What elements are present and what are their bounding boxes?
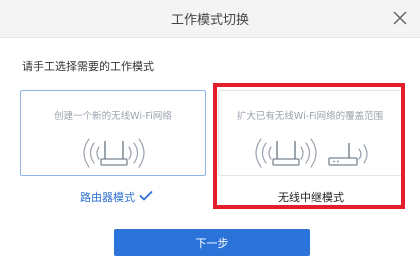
router-wifi-icon (83, 138, 145, 168)
close-icon (393, 11, 407, 25)
router-mode-description: 创建一个新的无线Wi-Fi网络 (54, 111, 172, 122)
repeater-mode-description: 扩大已有无线Wi-Fi网络的覆盖范围 (236, 111, 384, 122)
check-icon (139, 191, 153, 201)
close-button[interactable] (390, 8, 410, 28)
dialog-title: 工作模式切换 (170, 13, 249, 28)
repeater-mode-label[interactable]: 无线中继模式 (278, 189, 344, 205)
next-step-button[interactable]: 下一步 (114, 229, 310, 256)
router-mode-label[interactable]: 路由器模式 (80, 189, 135, 205)
mode-selection-prompt: 请手工选择需要的工作模式 (22, 60, 154, 73)
repeater-mode-card[interactable]: 扩大已有无线Wi-Fi网络的覆盖范围 (218, 90, 402, 176)
dialog-titlebar: 工作模式切换 (0, 0, 420, 38)
repeater-wifi-icon (255, 138, 368, 168)
router-mode-card[interactable]: 创建一个新的无线Wi-Fi网络 (20, 90, 206, 176)
